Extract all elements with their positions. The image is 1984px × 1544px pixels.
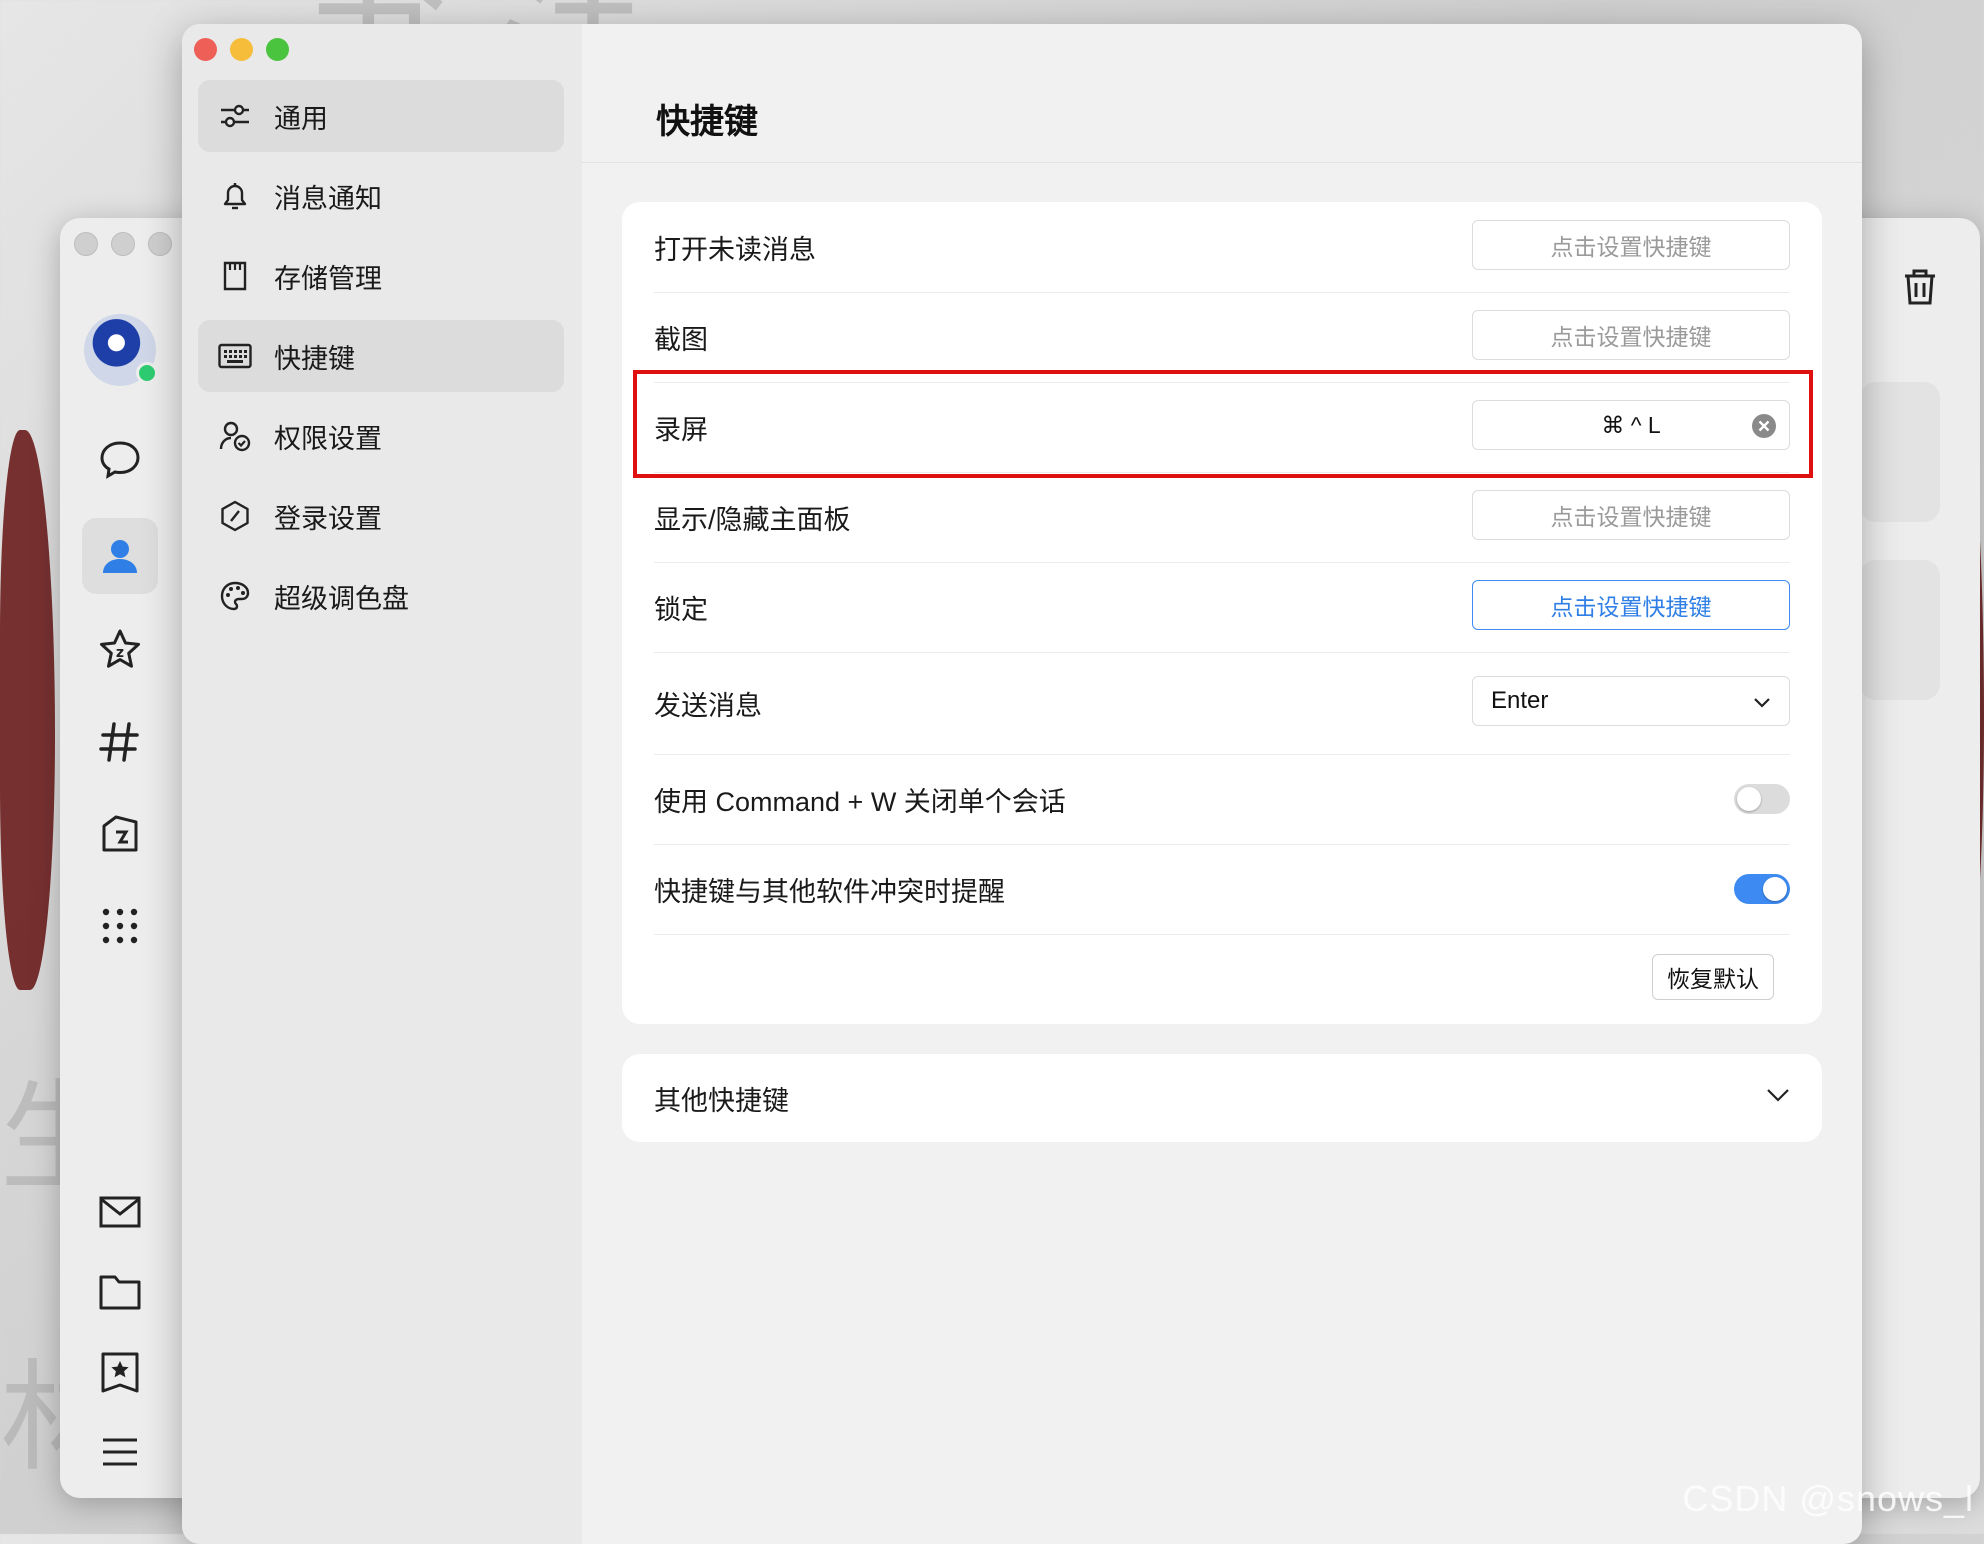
shortcuts-card: 打开未读消息 点击设置快捷键 截图 点击设置快捷键 录屏 ⌘ ^ L 显示/隐藏…	[622, 202, 1822, 1024]
svg-text:z: z	[116, 645, 124, 661]
maximize-window-button[interactable]	[266, 38, 289, 61]
toggle-knob	[1763, 877, 1787, 901]
set-shortcut-button[interactable]: 点击设置快捷键	[1472, 310, 1790, 360]
sidebar-item-storage[interactable]: 存储管理	[198, 240, 564, 312]
nav-rail: z	[60, 218, 182, 1498]
row-label: 锁定	[654, 594, 708, 625]
sidebar-item-general[interactable]: 通用	[198, 80, 564, 152]
folder-icon[interactable]	[90, 1262, 150, 1322]
favorites-star-icon[interactable]: z	[90, 620, 150, 680]
send-key-select[interactable]: Enter	[1472, 676, 1790, 726]
contacts-icon[interactable]	[82, 518, 158, 594]
set-shortcut-button[interactable]: 点击设置快捷键	[1472, 220, 1790, 270]
sidebar-item-label: 权限设置	[274, 423, 382, 454]
restore-defaults-button[interactable]: 恢复默认	[1652, 954, 1774, 1000]
online-status-dot	[136, 362, 158, 384]
trash-icon[interactable]	[1902, 268, 1938, 311]
bookmark-star-icon[interactable]	[90, 1342, 150, 1402]
sd-card-icon	[218, 259, 252, 293]
conflict-alert-toggle[interactable]	[1734, 874, 1790, 904]
mini-app-icon[interactable]	[90, 804, 150, 864]
sidebar-item-label: 通用	[274, 103, 328, 134]
sliders-icon	[218, 99, 252, 133]
annotation-highlight-box	[633, 370, 1813, 478]
background-card	[1860, 560, 1940, 700]
more-apps-grid-icon[interactable]	[90, 896, 150, 956]
select-value: Enter	[1491, 687, 1549, 714]
shortcut-row-open-unread: 打开未读消息 点击设置快捷键	[654, 202, 1790, 293]
settings-sidebar: 通用 消息通知 存储管理 快捷键 权限设置 登录设置 超级调色盘	[182, 24, 582, 1544]
row-label: 使用 Command + W 关闭单个会话	[654, 786, 1066, 817]
settings-window: 通用 消息通知 存储管理 快捷键 权限设置 登录设置 超级调色盘 快捷键 打开未…	[182, 24, 1862, 1544]
sidebar-item-label: 存储管理	[274, 263, 382, 294]
set-shortcut-button[interactable]: 点击设置快捷键	[1472, 580, 1790, 630]
shortcut-row-lock: 锁定 点击设置快捷键	[654, 562, 1790, 653]
menu-icon[interactable]	[90, 1422, 150, 1482]
cmd-w-row: 使用 Command + W 关闭单个会话	[654, 754, 1790, 845]
toggle-knob	[1737, 787, 1761, 811]
sidebar-item-notifications[interactable]: 消息通知	[198, 160, 564, 232]
mail-icon[interactable]	[90, 1182, 150, 1242]
sidebar-item-palette[interactable]: 超级调色盘	[198, 560, 564, 632]
close-window-button[interactable]	[194, 38, 217, 61]
chat-icon[interactable]	[90, 430, 150, 490]
sidebar-item-permissions[interactable]: 权限设置	[198, 400, 564, 472]
sidebar-item-label: 消息通知	[274, 183, 382, 214]
conflict-alert-row: 快捷键与其他软件冲突时提醒	[654, 844, 1790, 935]
channel-hash-icon[interactable]	[90, 712, 150, 772]
minimize-window-button[interactable]	[230, 38, 253, 61]
bell-icon	[218, 179, 252, 213]
keyboard-icon	[218, 339, 252, 373]
sidebar-item-login[interactable]: 登录设置	[198, 480, 564, 552]
other-shortcuts-section[interactable]: 其他快捷键	[622, 1054, 1822, 1142]
shortcut-row-toggle-panel: 显示/隐藏主面板 点击设置快捷键	[654, 472, 1790, 563]
row-label: 发送消息	[654, 690, 762, 721]
user-shield-icon	[218, 419, 252, 453]
section-title: 其他快捷键	[654, 1085, 789, 1116]
content-header: 快捷键	[582, 24, 1862, 163]
background-art	[0, 430, 55, 990]
settings-content: 快捷键 打开未读消息 点击设置快捷键 截图 点击设置快捷键 录屏 ⌘ ^ L 显…	[582, 24, 1862, 1544]
row-label: 显示/隐藏主面板	[654, 504, 851, 535]
row-label: 截图	[654, 324, 708, 355]
hexagon-icon	[218, 499, 252, 533]
set-shortcut-button[interactable]: 点击设置快捷键	[1472, 490, 1790, 540]
row-label: 打开未读消息	[654, 234, 816, 265]
sidebar-item-label: 快捷键	[274, 343, 355, 374]
watermark: CSDN @snows_l	[1682, 1478, 1974, 1519]
sidebar-item-shortcuts[interactable]: 快捷键	[198, 320, 564, 392]
palette-icon	[218, 579, 252, 613]
chevron-down-icon[interactable]	[1766, 1088, 1790, 1107]
page-title: 快捷键	[656, 103, 758, 141]
send-message-row: 发送消息 Enter	[654, 652, 1790, 755]
cmd-w-toggle[interactable]	[1734, 784, 1790, 814]
sidebar-item-label: 超级调色盘	[274, 583, 409, 614]
background-card	[1860, 382, 1940, 522]
row-label: 快捷键与其他软件冲突时提醒	[654, 876, 1005, 907]
sidebar-item-label: 登录设置	[274, 503, 382, 534]
chevron-down-icon	[1753, 687, 1771, 715]
avatar[interactable]	[84, 314, 158, 386]
window-controls	[194, 38, 289, 61]
